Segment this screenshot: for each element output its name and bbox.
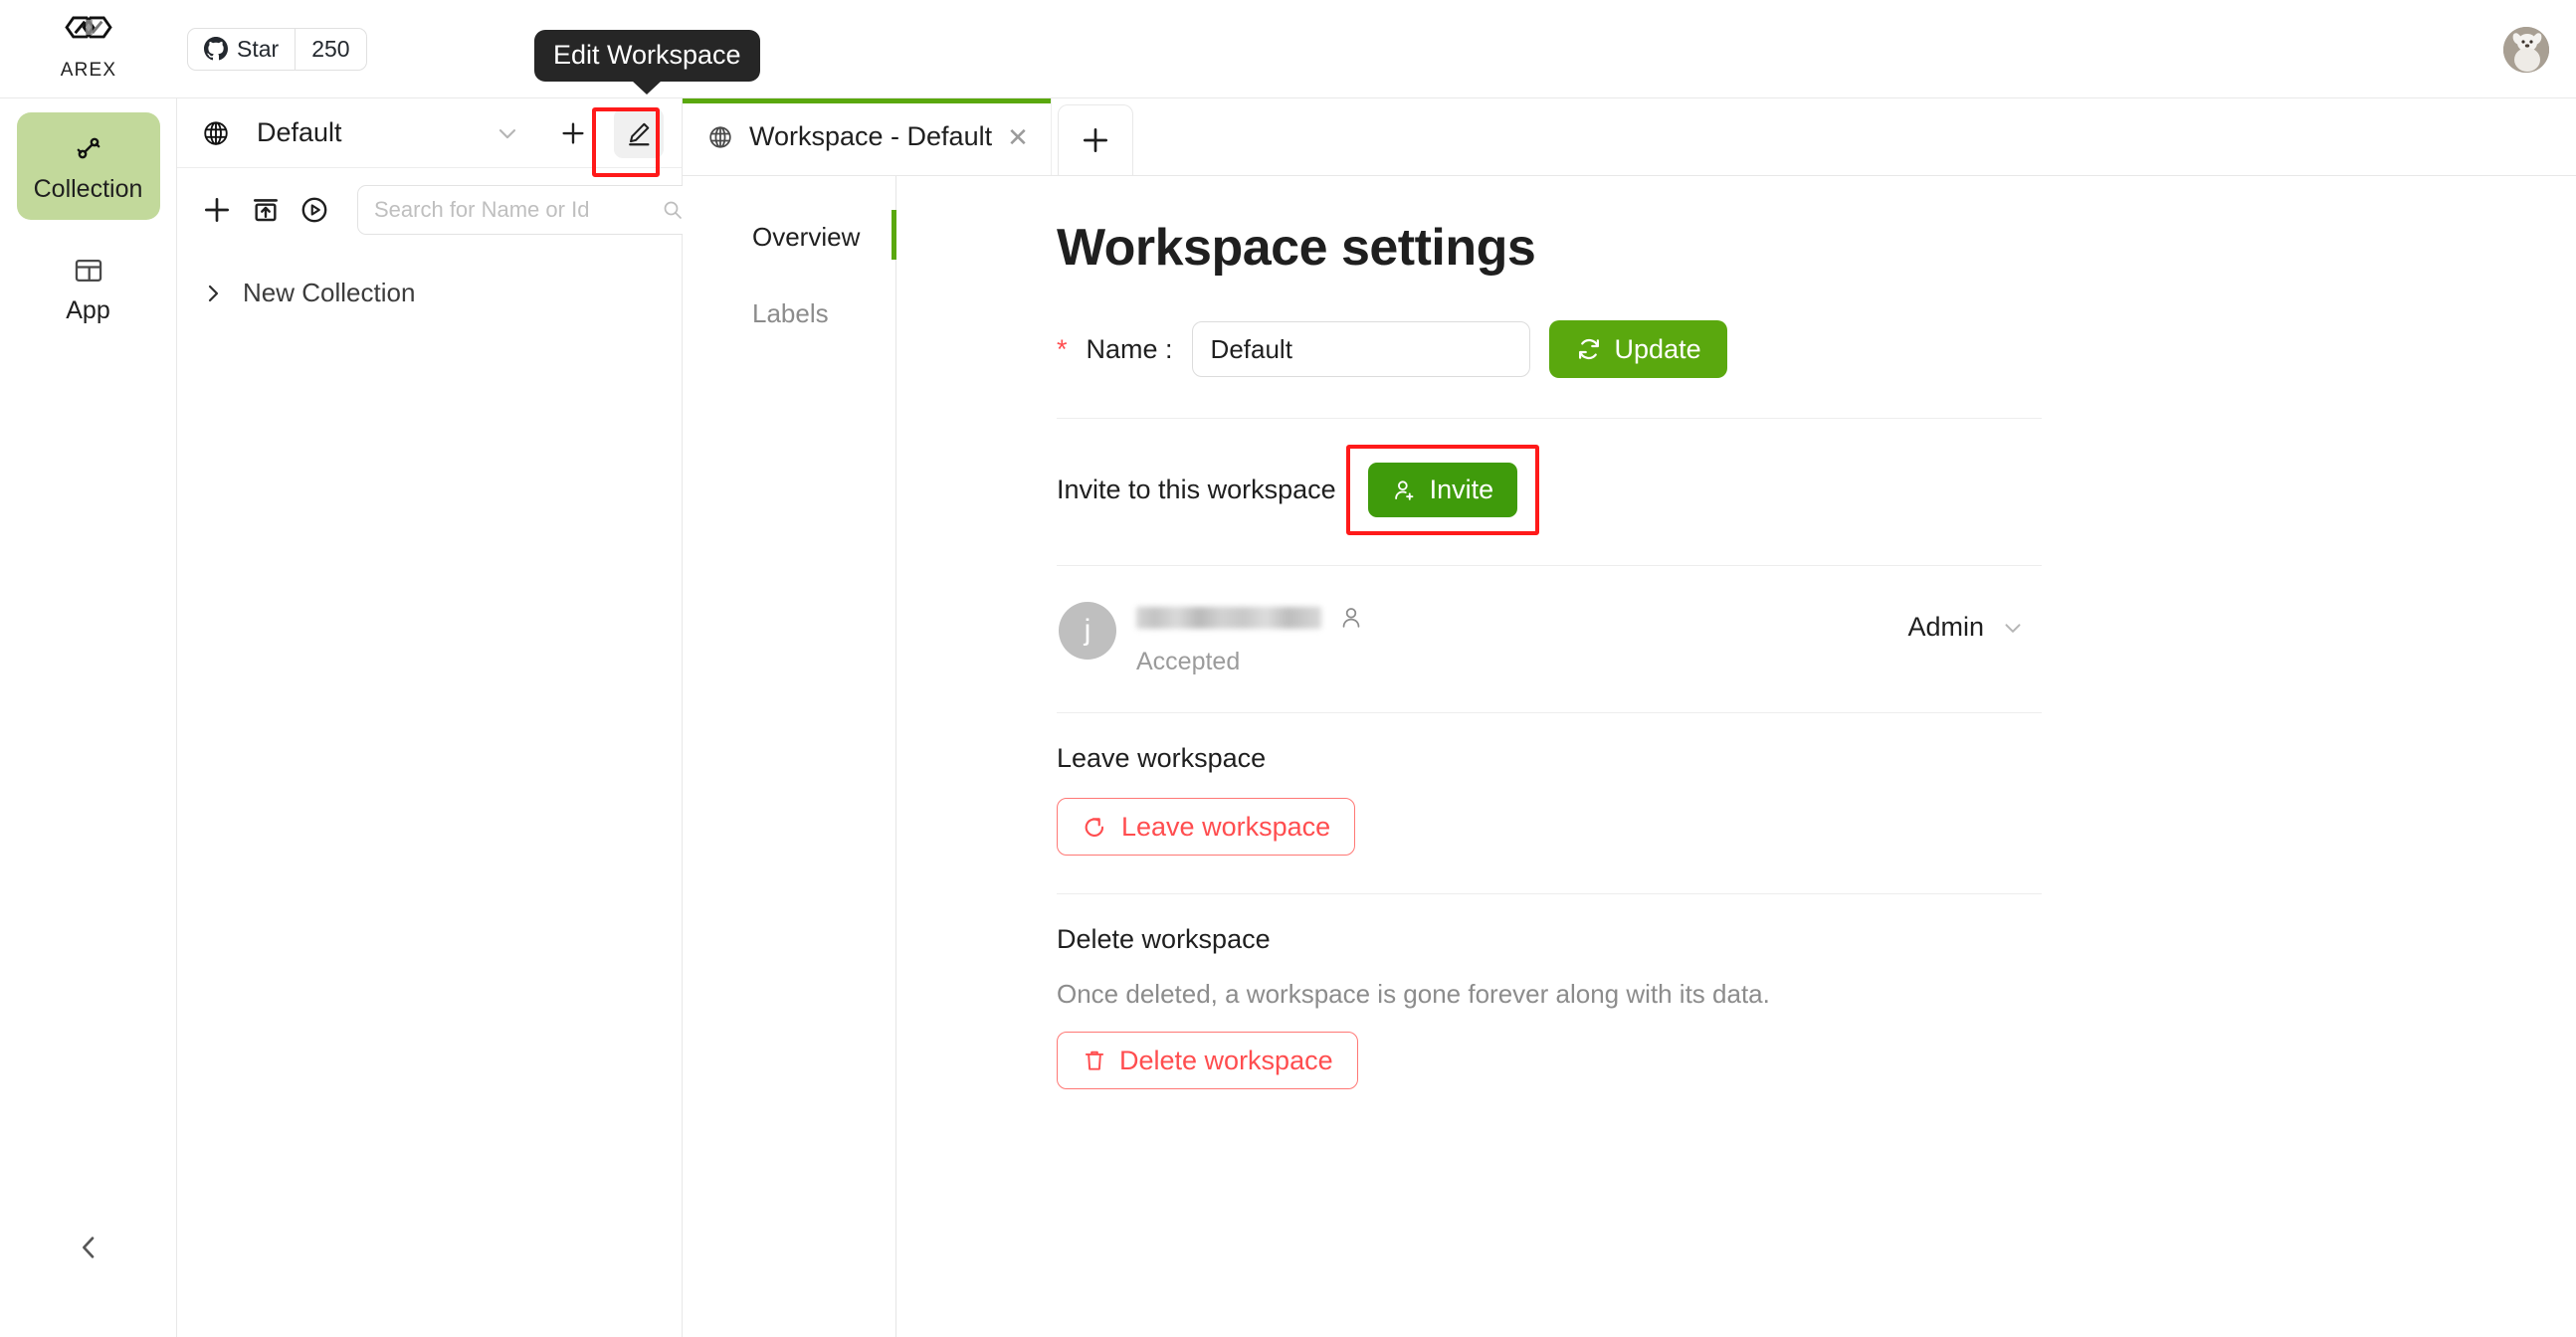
leave-workspace-button-label: Leave workspace [1121, 811, 1331, 842]
new-tab-button[interactable] [1057, 104, 1133, 175]
workspace-name-label: Default [257, 117, 342, 147]
member-status: Accepted [1136, 648, 1241, 675]
workspace-name-label: Name : [1086, 333, 1173, 364]
collection-icon [77, 137, 99, 159]
sidebar-item-app-label: App [66, 296, 110, 324]
member-name-line [1136, 604, 1907, 632]
github-star-count[interactable]: 250 [295, 28, 365, 70]
tab-bar: Workspace - Default ✕ [683, 98, 2576, 176]
page-title: Workspace settings [1057, 219, 1536, 277]
edit-workspace-tooltip: Edit Workspace [534, 30, 760, 95]
tree-item-new-collection[interactable]: New Collection [177, 268, 682, 318]
delete-workspace-section: Delete workspace Once deleted, a workspa… [1057, 894, 2042, 1089]
pencil-edit-icon [629, 122, 650, 145]
github-icon [204, 37, 228, 61]
chevron-down-icon [498, 128, 516, 138]
close-icon[interactable]: ✕ [1007, 124, 1029, 150]
sidebar-item-app[interactable]: App [17, 236, 160, 341]
search-box[interactable] [357, 185, 699, 235]
collection-panel: Default Search for Name or Id New Collec… [177, 98, 699, 1337]
chevron-left-icon [83, 1237, 95, 1258]
invite-row: Invite to this workspace Invite [1057, 419, 2042, 565]
import-icon [253, 199, 278, 222]
leave-workspace-button[interactable]: Leave workspace [1057, 798, 1356, 856]
chevron-right-icon [208, 285, 219, 301]
add-collection-button[interactable] [201, 189, 233, 231]
invite-button[interactable]: Invite [1367, 463, 1518, 517]
member-role-label: Admin [1907, 612, 1984, 642]
workspace-name-input[interactable] [1191, 321, 1530, 377]
delete-workspace-button[interactable]: Delete workspace [1057, 1032, 1358, 1089]
tab-label: Workspace - Default [749, 121, 993, 151]
tooltip-text: Edit Workspace [553, 40, 741, 70]
top-bar: AREX Star 250 [0, 0, 2576, 98]
sidenav-item-overview-label: Overview [752, 222, 861, 252]
delete-section-description: Once deleted, a workspace is gone foreve… [1057, 979, 1770, 1009]
member-avatar: j [1059, 602, 1116, 660]
avatar-image [2503, 27, 2549, 73]
sidebar-collapse-button[interactable] [0, 1232, 177, 1263]
add-workspace-button[interactable] [548, 108, 598, 158]
sidenav-item-overview[interactable]: Overview [683, 206, 896, 269]
settings-sidenav: Overview Labels [683, 176, 896, 1337]
search-input[interactable] [374, 197, 661, 223]
chevron-down-icon [2005, 623, 2021, 633]
sidebar-item-collection-label: Collection [33, 175, 143, 203]
import-collection-button[interactable] [250, 189, 282, 231]
required-mark: * [1057, 333, 1068, 364]
leave-workspace-section: Leave workspace Leave workspace [1057, 713, 2042, 856]
member-role-dropdown[interactable]: Admin [1907, 602, 2026, 643]
run-icon [301, 197, 327, 223]
content-area: Overview Labels Workspace settings * Nam… [683, 176, 2576, 1337]
sidenav-item-labels-label: Labels [752, 298, 829, 328]
invite-button-highlight: Invite [1345, 445, 1540, 535]
search-icon [664, 201, 682, 219]
run-collection-button[interactable] [298, 189, 330, 231]
brand-name: AREX [60, 60, 117, 81]
collection-panel-header: Default [177, 98, 682, 168]
plus-icon [1083, 128, 1107, 152]
globe-icon [709, 125, 731, 148]
plus-icon [562, 121, 584, 144]
user-icon [1342, 608, 1360, 628]
app-window-icon [75, 259, 101, 283]
tooltip-arrow-icon [632, 80, 663, 95]
workspace-dropdown-button[interactable] [483, 108, 532, 158]
member-info: Accepted [1136, 602, 1907, 676]
invite-label: Invite to this workspace [1057, 475, 1336, 504]
app-root: AREX Star 250 Edit Workspace Collection … [0, 0, 2576, 1337]
update-button-label: Update [1614, 333, 1701, 364]
settings-main: Workspace settings * Name : Update [896, 176, 2576, 1337]
arex-logo-icon [65, 16, 112, 39]
plus-icon [205, 198, 229, 222]
sidebar-item-collection[interactable]: Collection [16, 112, 160, 220]
github-star-badge[interactable]: Star 250 [187, 27, 367, 71]
globe-icon [204, 120, 228, 145]
delete-workspace-button-label: Delete workspace [1119, 1045, 1333, 1075]
logout-icon [1085, 818, 1104, 837]
refresh-icon [1578, 338, 1599, 360]
update-button[interactable]: Update [1548, 320, 1727, 378]
tab-workspace-default[interactable]: Workspace - Default ✕ [683, 98, 1052, 175]
member-name-redacted [1136, 607, 1321, 629]
trash-icon [1085, 1050, 1104, 1070]
member-avatar-initial: j [1084, 614, 1091, 647]
workspace-name-row: * Name : Update [1057, 320, 2042, 378]
sidenav-item-labels[interactable]: Labels [683, 283, 895, 345]
leave-section-title: Leave workspace [1057, 743, 1267, 773]
github-star-button[interactable]: Star [188, 29, 295, 70]
collection-toolbar [177, 168, 699, 252]
github-star-label: Star [237, 35, 280, 62]
edit-workspace-button[interactable] [614, 107, 664, 158]
member-row: j Accepted Admin [1057, 566, 2042, 712]
tree-item-label: New Collection [243, 278, 416, 307]
invite-button-label: Invite [1429, 475, 1494, 504]
delete-section-title: Delete workspace [1057, 924, 1271, 954]
brand-logo-block[interactable]: AREX [0, 0, 177, 98]
left-rail: Collection App [0, 98, 177, 1337]
user-avatar[interactable] [2503, 27, 2549, 73]
user-add-icon [1394, 479, 1414, 500]
